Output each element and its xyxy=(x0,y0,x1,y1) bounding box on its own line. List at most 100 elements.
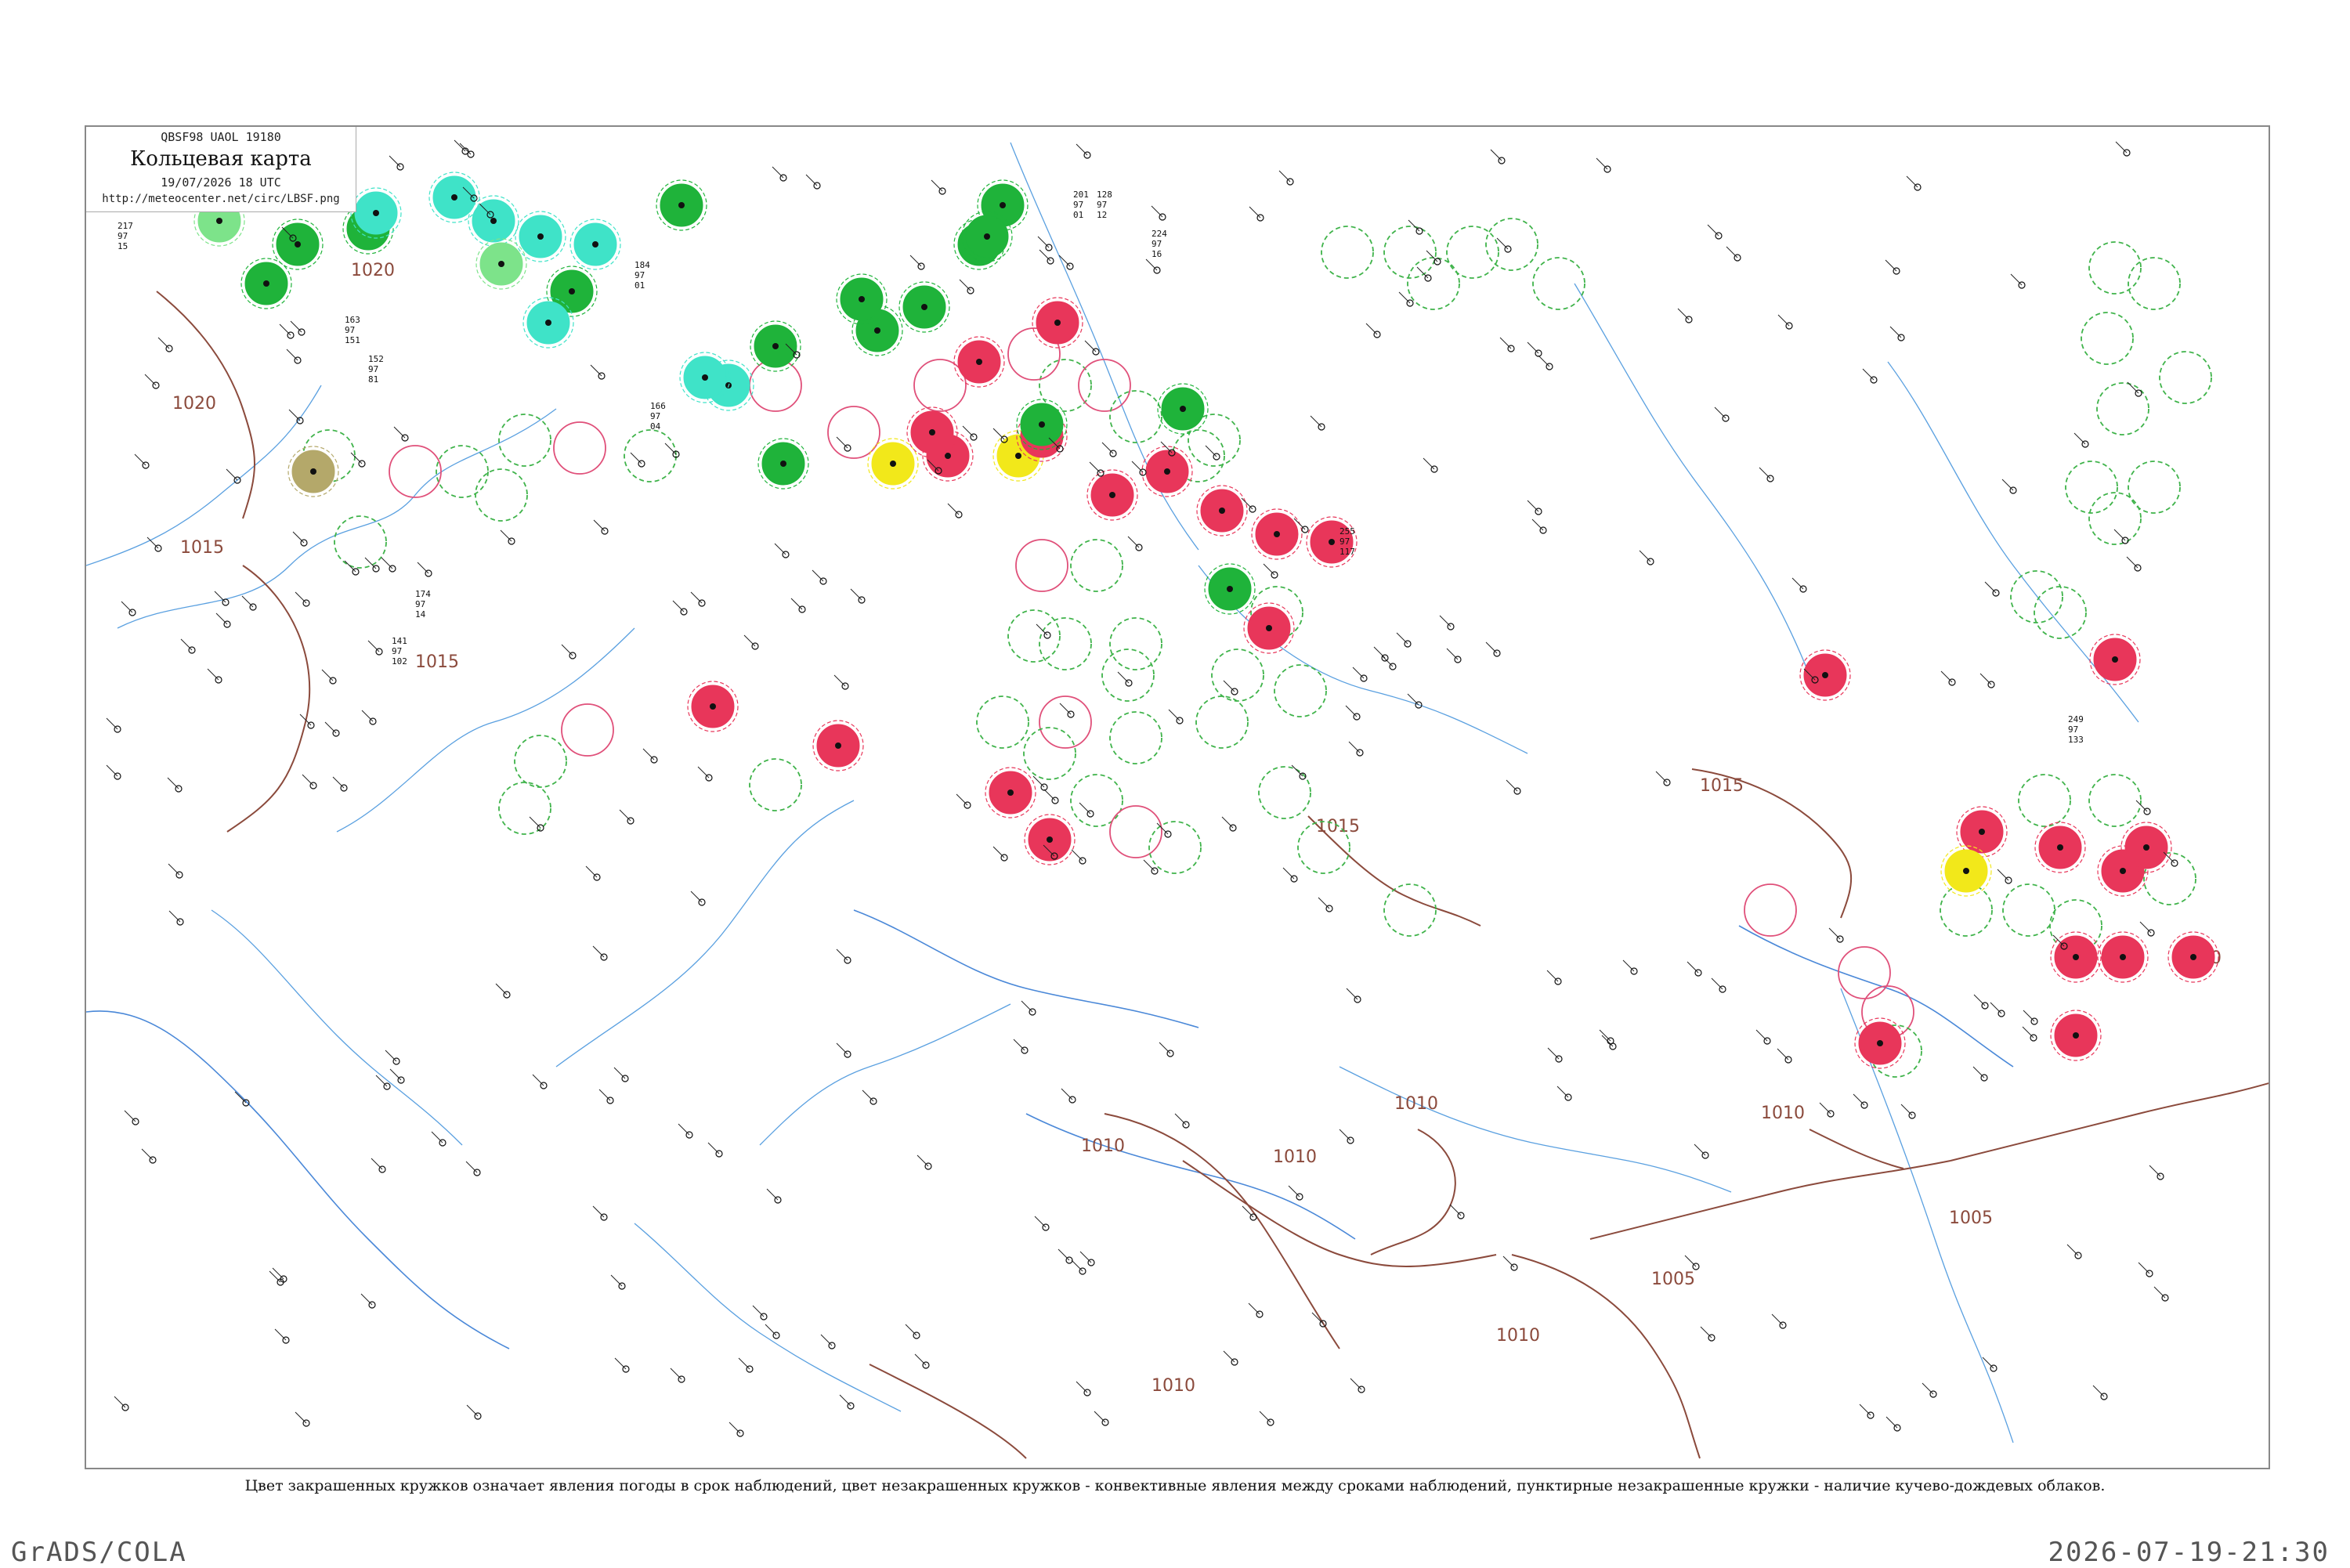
wind-barb xyxy=(272,1267,284,1280)
convective-ring xyxy=(1383,883,1437,937)
wind-barb xyxy=(593,519,606,532)
wind-barb xyxy=(642,748,655,761)
wind-barb xyxy=(1777,314,1790,327)
station-value: 97 xyxy=(345,325,355,335)
station-value: 174 xyxy=(415,589,431,599)
convective-ring xyxy=(1007,609,1061,663)
wind-barb xyxy=(1071,849,1083,862)
wind-barb xyxy=(157,337,170,349)
station-value: 102 xyxy=(392,656,407,667)
convective-ring xyxy=(1039,695,1092,749)
station-dot xyxy=(1274,531,1280,537)
station-dot xyxy=(373,210,379,216)
wind-barb xyxy=(2149,1165,2161,1177)
wind-barb xyxy=(1984,581,1997,594)
wind-barb xyxy=(532,1074,544,1086)
wind-barb xyxy=(288,409,301,421)
isobar-label: 1005 xyxy=(1949,1209,1993,1228)
wind-barb xyxy=(956,793,968,806)
station-value: 97 xyxy=(392,646,402,656)
wind-barb xyxy=(678,1123,690,1136)
wind-barb xyxy=(302,774,314,786)
station-dot xyxy=(890,461,896,467)
station-value: 97 xyxy=(1340,537,1350,547)
wind-barb xyxy=(1221,816,1234,829)
wind-barb xyxy=(465,1161,478,1173)
wind-barb xyxy=(466,1404,479,1417)
wind-barb xyxy=(1291,764,1303,777)
wind-barb xyxy=(1248,1302,1260,1315)
station-value: 184 xyxy=(634,260,650,270)
station-dot xyxy=(1015,453,1021,459)
convective-ring xyxy=(2034,586,2087,639)
wind-barb xyxy=(752,1305,765,1317)
wind-barb xyxy=(820,1334,833,1346)
weather-map: 1020 1020 1015 1015 1015 1015 1010 1010 … xyxy=(85,125,2270,1469)
station-dot xyxy=(2143,844,2149,851)
wind-barb xyxy=(1346,988,1358,1000)
convective-ring xyxy=(436,445,489,498)
wind-barb xyxy=(1084,340,1097,352)
wind-barb xyxy=(743,634,756,647)
wind-barb xyxy=(495,983,508,995)
wind-barb xyxy=(1061,1088,1073,1100)
wind-barb xyxy=(1506,779,1518,792)
wind-barb xyxy=(590,364,602,377)
wind-barb xyxy=(350,452,363,464)
station-dot xyxy=(984,233,990,240)
station-dot xyxy=(1039,421,1045,428)
wind-barb xyxy=(959,279,971,291)
wind-barb xyxy=(1013,1039,1025,1051)
station-dot xyxy=(874,327,880,334)
wind-barb xyxy=(862,1089,874,1102)
isobar-line xyxy=(1370,1129,1456,1255)
river xyxy=(336,627,635,833)
wind-barb xyxy=(381,557,393,569)
isobar-label: 1015 xyxy=(415,652,459,672)
convective-ring xyxy=(1407,257,1460,310)
convective-ring xyxy=(2088,774,2142,827)
map-url: http://meteocenter.net/circ/LBSF.png xyxy=(102,193,340,205)
wind-barb xyxy=(1159,1042,1171,1054)
wind-barb xyxy=(1259,1411,1271,1423)
wind-barb xyxy=(1151,205,1163,218)
isobar-label: 1010 xyxy=(1081,1136,1125,1156)
station-dot xyxy=(1963,868,1969,874)
bulletin-code: QBSF98 UAOL 19180 xyxy=(161,130,281,144)
station-dot xyxy=(1877,1040,1883,1046)
wind-barb xyxy=(1771,1313,1784,1326)
station-dot xyxy=(592,241,598,247)
wind-barb xyxy=(1039,249,1051,262)
station-dot xyxy=(2073,1032,2079,1039)
wind-barb xyxy=(234,1091,247,1104)
wind-barb xyxy=(1071,1259,1083,1272)
wind-barb xyxy=(295,591,307,604)
wind-barb xyxy=(790,598,803,610)
wind-barb xyxy=(613,1067,626,1079)
wind-barb xyxy=(168,910,181,923)
station-value: 15 xyxy=(118,241,128,251)
station-dot xyxy=(1054,320,1061,326)
wind-barb xyxy=(1684,1255,1697,1267)
river xyxy=(555,800,855,1068)
convective-ring xyxy=(475,468,528,522)
wind-barb xyxy=(269,1270,281,1283)
wind-barb xyxy=(106,717,118,730)
wind-barb xyxy=(1249,206,1261,219)
wind-barb xyxy=(1373,646,1386,659)
wind-barb xyxy=(2066,1244,2079,1256)
coastline xyxy=(853,909,1199,1028)
station-value: 01 xyxy=(634,280,645,291)
river xyxy=(211,909,463,1146)
station-value: 151 xyxy=(345,335,360,345)
convective-ring xyxy=(827,406,880,459)
station-dot xyxy=(772,343,779,349)
wind-barb xyxy=(592,945,605,958)
wind-barb xyxy=(1700,1326,1712,1339)
wind-barb xyxy=(1546,970,1559,982)
wind-barb xyxy=(1310,415,1322,428)
wind-barb xyxy=(836,436,848,449)
station-dot xyxy=(859,296,865,302)
wind-barb xyxy=(836,1042,848,1055)
station-value: 97 xyxy=(634,270,645,280)
